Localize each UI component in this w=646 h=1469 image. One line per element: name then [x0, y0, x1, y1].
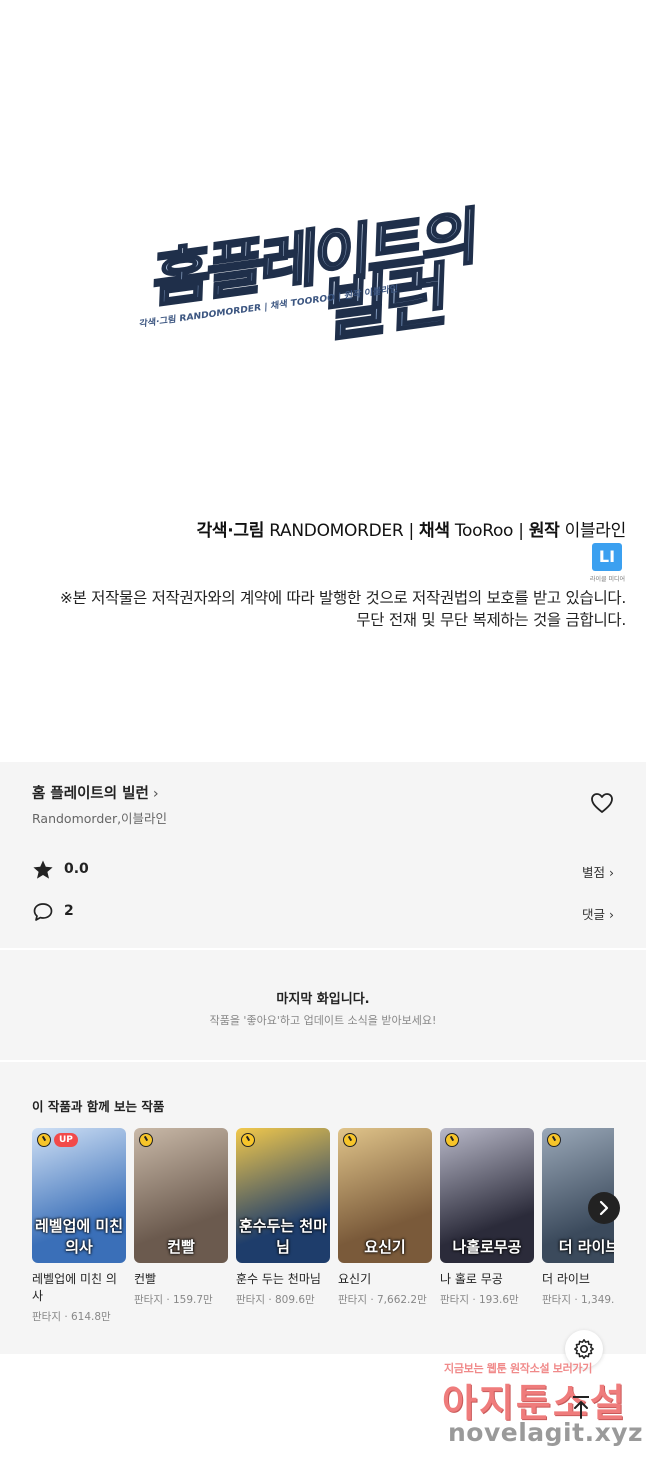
series-logo: 홈플레이트의 빌런 각색·그림 RANDOMORDER | 채색 TOOROO …	[139, 199, 478, 350]
copyright-line-2: 무단 전재 및 무단 복제하는 것을 금합니다.	[356, 611, 626, 629]
star-icon	[33, 860, 53, 879]
up-badge: UP	[54, 1133, 78, 1147]
copyright-line-1: ※본 저작물은 저작권자와의 계약에 따라 발행한 것으로 저작권법의 보호를 …	[59, 589, 626, 607]
recommendation-meta: 판타지 · 1,349.6만	[542, 1294, 614, 1306]
wait-free-clock-icon	[241, 1133, 255, 1147]
recommendation-thumbnail[interactable]: 요신기	[338, 1128, 432, 1263]
thumbnail-title: 레벨업에 미친의사	[34, 1217, 124, 1256]
recommendations-heading: 이 작품과 함께 보는 작품	[32, 1099, 165, 1114]
site-watermark: 지금보는 웹툰 원작소설 보러가기 아지툰소설 novelagit.xyz	[440, 1360, 643, 1455]
wait-free-clock-icon	[139, 1133, 153, 1147]
wait-free-clock-icon	[37, 1133, 51, 1147]
credit-line: 각색·그림 RANDOMORDER | 채색 TooRoo | 원작 이블라인	[196, 516, 627, 541]
recommendation-meta: 판타지 · 7,662.2만	[338, 1294, 427, 1306]
recommendations: 이 작품과 함께 보는 작품 UP 레벨업에 미친의사레벨업에 미친 의사판타지 …	[0, 1062, 646, 1354]
carousel-next-button[interactable]	[588, 1192, 620, 1224]
recommendation-thumbnail[interactable]: UP 레벨업에 미친의사	[32, 1128, 126, 1263]
series-authors: Randomorder,이블라인	[32, 811, 168, 826]
comment-icon	[33, 903, 53, 921]
thumbnail-title: 요신기	[364, 1238, 406, 1256]
wait-free-clock-icon	[547, 1133, 561, 1147]
gear-icon	[574, 1339, 594, 1359]
rating-value: 0.0	[64, 861, 89, 877]
rating-link[interactable]: 별점 ›	[582, 862, 614, 881]
thumbnail-title: 나홀로무공	[452, 1238, 522, 1256]
recommendation-meta: 판타지 · 159.7만	[134, 1294, 213, 1306]
rating-link-label: 별점	[582, 865, 606, 880]
comment-link[interactable]: 댓글 ›	[582, 904, 614, 923]
arrow-up-icon	[574, 1401, 588, 1419]
adapt-name: RANDOMORDER	[269, 521, 404, 541]
recommendation-title[interactable]: 훈수 두는 천마님	[236, 1271, 330, 1288]
scroll-top-button[interactable]	[566, 1392, 596, 1422]
recommendation-card[interactable]: 컨빨 컨빨 판타지 · 159.7만	[134, 1128, 228, 1307]
recommendation-card[interactable]: 훈수두는 천마님훈수 두는 천마님판타지 · 809.6만	[236, 1128, 330, 1307]
adapt-label: 각색·그림	[196, 521, 265, 541]
original-name: 이블라인	[564, 521, 627, 541]
recommendation-card[interactable]: 나홀로무공나 홀로 무공판타지 · 193.6만	[440, 1128, 534, 1307]
color-name: TooRoo	[454, 521, 514, 541]
separator: |	[408, 521, 414, 541]
recommendation-title[interactable]: 나 홀로 무공	[440, 1271, 534, 1288]
thumbnail-title: 훈수두는 천마님	[238, 1217, 328, 1256]
publisher-logo-mark: LI	[592, 543, 622, 571]
svg-text:빌런: 빌런	[322, 255, 447, 350]
rating-row: 0.0 별점 ›	[32, 859, 614, 881]
series-info: 홈 플레이트의 빌런 › Randomorder,이블라인 0.0 별점 › 2 …	[0, 762, 646, 948]
recommendation-title[interactable]: 컨빨	[134, 1271, 228, 1288]
comments-row: 2 댓글 ›	[32, 901, 614, 923]
separator: |	[518, 521, 524, 541]
chevron-right-icon	[599, 1200, 609, 1216]
thumbnail-title: 컨빨	[167, 1238, 195, 1256]
chevron-right-icon: ›	[609, 907, 614, 922]
recommendation-title[interactable]: 요신기	[338, 1271, 432, 1288]
series-title: 홈 플레이트의 빌런	[32, 786, 149, 802]
series-title-link[interactable]: 홈 플레이트의 빌런 ›	[32, 782, 159, 803]
recommendation-card[interactable]: UP 레벨업에 미친의사레벨업에 미친 의사판타지 · 614.8만	[32, 1128, 126, 1324]
publisher-logo: LI 라이클 미디어	[590, 543, 626, 585]
watermark-url: novelagit.xyz	[448, 1418, 644, 1447]
recommendation-title[interactable]: 레벨업에 미친 의사	[32, 1271, 126, 1305]
last-episode-banner: 마지막 화입니다. 작품을 '좋아요'하고 업데이트 소식을 받아보세요!	[0, 950, 646, 1060]
comment-count: 2	[64, 903, 74, 919]
recommendation-thumbnail[interactable]: 나홀로무공	[440, 1128, 534, 1263]
comment-link-label: 댓글	[582, 907, 606, 922]
thumbnail-title: 더 라이브	[558, 1238, 614, 1256]
color-label: 채색	[419, 521, 450, 541]
recommendation-meta: 판타지 · 193.6만	[440, 1294, 519, 1306]
original-label: 원작	[528, 521, 560, 541]
recommendation-meta: 판타지 · 614.8만	[32, 1311, 111, 1323]
copyright-notice: ※본 저작물은 저작권자와의 계약에 따라 발행한 것으로 저작권법의 보호를 …	[60, 587, 626, 631]
heart-icon[interactable]	[590, 792, 614, 814]
wait-free-clock-icon	[343, 1133, 357, 1147]
wait-free-clock-icon	[445, 1133, 459, 1147]
last-episode-title: 마지막 화입니다.	[276, 992, 370, 1007]
last-episode-subtitle: 작품을 '좋아요'하고 업데이트 소식을 받아보세요!	[209, 1014, 437, 1027]
chevron-right-icon: ›	[609, 865, 614, 880]
chevron-right-icon: ›	[152, 786, 159, 802]
recommendation-title[interactable]: 더 라이브	[542, 1271, 614, 1288]
episode-end-panel: 홈플레이트의 빌런 각색·그림 RANDOMORDER | 채색 TOOROO …	[0, 0, 646, 762]
recommendation-thumbnail[interactable]: 훈수두는 천마님	[236, 1128, 330, 1263]
recommendation-thumbnail[interactable]: 컨빨	[134, 1128, 228, 1263]
recommendation-carousel[interactable]: UP 레벨업에 미친의사 레벨업에 미친 의사 판타지 · 614.8만 컨빨 컨빨 판타지…	[32, 1128, 614, 1338]
publisher-logo-sub: 라이클 미디어	[590, 576, 626, 583]
recommendation-card[interactable]: 요신기 요신기 판타지 · 7,662.2만	[338, 1128, 432, 1307]
recommendation-meta: 판타지 · 809.6만	[236, 1294, 315, 1306]
